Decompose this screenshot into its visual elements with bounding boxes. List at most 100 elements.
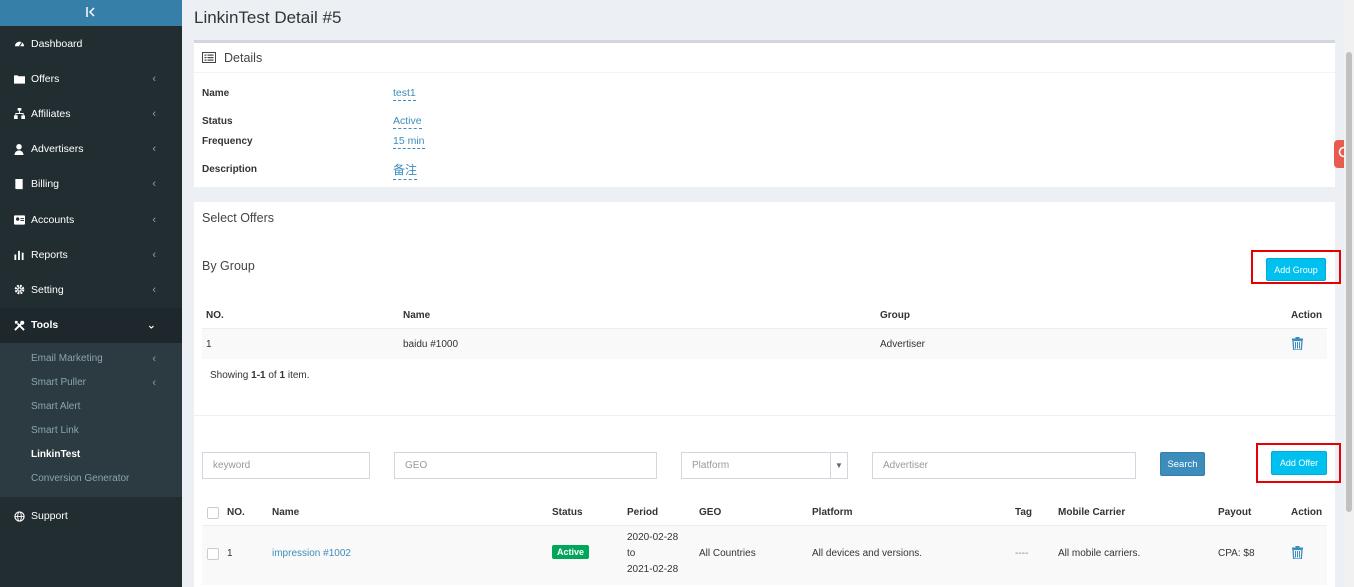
- sidebar-item-tools[interactable]: Tools ⌄: [0, 307, 182, 343]
- offer-col-payout: Payout: [1218, 507, 1252, 518]
- id-card-icon: [13, 214, 25, 226]
- sidebar-subitem-label: Smart Alert: [31, 401, 81, 413]
- sidebar-item-label: Offers: [31, 72, 60, 85]
- chevron-left-icon: ‹: [152, 213, 156, 226]
- offer-col-status: Status: [552, 507, 583, 518]
- tools-submenu: Email Marketing ‹ Smart Puller ‹ Smart A…: [0, 342, 182, 497]
- sidebar-subitem-conversion-generator[interactable]: Conversion Generator: [0, 467, 182, 491]
- add-offer-button[interactable]: Add Offer: [1271, 451, 1327, 475]
- sidebar-item-label: Tools: [31, 319, 59, 332]
- user-icon: [13, 143, 25, 155]
- select-offers-box: Select Offers By Group Add Group NO. Nam…: [194, 202, 1341, 587]
- dashboard-icon: [13, 38, 25, 50]
- sidebar-item-label: Dashboard: [31, 37, 83, 50]
- detail-value-name[interactable]: test1: [393, 87, 416, 101]
- sidebar-item-affiliates[interactable]: Affiliates ‹: [0, 96, 182, 131]
- add-group-button[interactable]: Add Group: [1266, 258, 1326, 281]
- sidebar-item-label: Setting: [31, 283, 64, 296]
- status-badge: Active: [552, 545, 590, 559]
- chevron-left-icon: ‹: [152, 248, 156, 261]
- sidebar-item-label: Billing: [31, 178, 60, 191]
- chevron-left-icon: ‹: [152, 376, 156, 389]
- platform-select-value: Platform: [692, 460, 730, 471]
- offer-row-name-link[interactable]: impression #1002: [272, 548, 351, 559]
- table-row: [202, 525, 1327, 585]
- detail-value-frequency[interactable]: 15 min: [393, 135, 425, 149]
- offer-row-carrier: All mobile carriers.: [1058, 548, 1141, 559]
- trash-icon[interactable]: [1292, 546, 1303, 559]
- group-col-group: Group: [880, 310, 910, 321]
- sidebar-subitem-label: Email Marketing: [31, 353, 103, 365]
- sidebar-item-offers[interactable]: Offers ‹: [0, 61, 182, 96]
- sidebar-subitem-label: Smart Link: [31, 425, 79, 437]
- main-content: LinkinTest Detail #5 Details Name test1 …: [182, 0, 1344, 587]
- offer-row-geo: All Countries: [699, 548, 756, 559]
- page-title: LinkinTest Detail #5: [194, 8, 342, 27]
- sidebar-menu: Dashboard Offers ‹ Affiliates ‹ Advertis…: [0, 26, 182, 343]
- gear-icon: [13, 284, 25, 296]
- sidebar-item-accounts[interactable]: Accounts ‹: [0, 202, 182, 237]
- sidebar-subitem-email-marketing[interactable]: Email Marketing ‹: [0, 347, 182, 371]
- advertiser-input[interactable]: Advertiser: [872, 452, 1136, 479]
- sidebar-subitem-smart-link[interactable]: Smart Link: [0, 419, 182, 443]
- sidebar-subitem-linkintest[interactable]: LinkinTest: [0, 443, 182, 467]
- row-checkbox[interactable]: [207, 548, 219, 560]
- group-col-no: NO.: [206, 310, 224, 321]
- tools-icon: [13, 319, 25, 331]
- sidebar-item-support[interactable]: Support: [0, 499, 182, 534]
- group-row-no: 1: [206, 339, 212, 350]
- group-row-name: baidu #1000: [403, 339, 459, 350]
- group-row-group: Advertiser: [880, 339, 926, 350]
- details-box: Details Name test1 Status Active Frequen…: [194, 40, 1335, 187]
- detail-label-frequency: Frequency: [202, 136, 253, 147]
- detail-label-status: Status: [202, 116, 233, 127]
- sidebar-item-label: Affiliates: [31, 107, 71, 120]
- detail-label-description: Description: [202, 164, 258, 175]
- offer-col-platform: Platform: [812, 507, 853, 518]
- sidebar-item-billing[interactable]: Billing ‹: [0, 167, 182, 202]
- search-button[interactable]: Search: [1160, 452, 1205, 476]
- sidebar-item-reports[interactable]: Reports ‹: [0, 237, 182, 272]
- book-icon: [13, 178, 25, 190]
- offer-row-platform: All devices and versions.: [812, 548, 923, 559]
- chevron-left-icon: ‹: [152, 178, 156, 191]
- chevron-left-icon: ‹: [152, 352, 156, 365]
- table-row: [202, 328, 1327, 359]
- detail-value-description[interactable]: 备注: [393, 161, 418, 180]
- sidebar-item-advertisers[interactable]: Advertisers ‹: [0, 132, 182, 167]
- detail-label-name: Name: [202, 88, 230, 99]
- detail-value-status[interactable]: Active: [393, 115, 422, 129]
- keyword-input[interactable]: keyword: [202, 452, 370, 479]
- offer-col-period: Period: [627, 507, 659, 518]
- group-summary: Showing 1-1 of 1 item.: [210, 370, 310, 381]
- sidebar-toggle[interactable]: [0, 0, 182, 26]
- sidebar-item-setting[interactable]: Setting ‹: [0, 272, 182, 307]
- chevron-left-icon: ‹: [152, 143, 156, 156]
- sitemap-icon: [13, 108, 25, 120]
- sidebar-subitem-label: Smart Puller: [31, 377, 87, 389]
- scrollbar-thumb[interactable]: [1346, 52, 1352, 512]
- platform-select[interactable]: Platform ▼: [681, 452, 848, 479]
- sidebar-subitem-label: Conversion Generator: [31, 473, 130, 485]
- collapse-left-icon: [85, 5, 97, 21]
- list-alt-icon: [202, 52, 216, 63]
- sidebar-item-dashboard[interactable]: Dashboard: [0, 26, 182, 61]
- offer-row-no: 1: [227, 548, 233, 559]
- offer-col-tag: Tag: [1015, 507, 1033, 518]
- offer-row-payout: CPA: $8: [1218, 548, 1255, 559]
- sidebar-subitem-smart-puller[interactable]: Smart Puller ‹: [0, 371, 182, 395]
- group-col-action: Action: [1291, 310, 1323, 321]
- trash-icon[interactable]: [1292, 337, 1303, 350]
- bar-chart-icon: [13, 249, 25, 261]
- globe-icon: [13, 510, 25, 522]
- offer-col-carrier: Mobile Carrier: [1058, 507, 1126, 518]
- offer-col-name: Name: [272, 507, 300, 518]
- sidebar-subitem-smart-alert[interactable]: Smart Alert: [0, 395, 182, 419]
- offer-col-action: Action: [1291, 507, 1323, 518]
- page-scrollbar[interactable]: [1344, 0, 1354, 587]
- details-header: Details: [194, 43, 1335, 73]
- select-all-checkbox[interactable]: [207, 507, 219, 519]
- sidebar-subitem-label: LinkinTest: [31, 449, 81, 461]
- section-divider: [194, 415, 1335, 416]
- geo-input[interactable]: GEO: [394, 452, 657, 479]
